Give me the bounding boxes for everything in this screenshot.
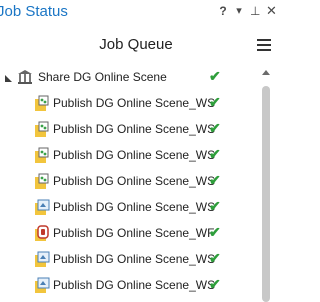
scroll-up-arrow-icon[interactable] [262, 70, 270, 75]
publish-service-icon [35, 147, 49, 163]
publish-layer-icon [35, 251, 50, 267]
tree-child-row[interactable]: Publish DG Online Scene_WS ✔ [0, 92, 258, 118]
vertical-scrollbar[interactable] [259, 66, 273, 302]
tree-child-label: Publish DG Online Scene_WS [53, 252, 216, 266]
publish-layer-icon [35, 277, 50, 293]
tree-child-row[interactable]: Publish DG Online Scene_WS ✔ [0, 196, 258, 222]
tree-child-label: Publish DG Online Scene_WS [53, 96, 216, 110]
tree-child-label: Publish DG Online Scene_WS [53, 278, 216, 292]
success-check-icon: ✔ [209, 276, 221, 292]
success-check-icon: ✔ [209, 198, 221, 214]
publish-layer-icon [35, 199, 50, 215]
tree-child-label: Publish DG Online Scene_WS [53, 200, 216, 214]
success-check-icon: ✔ [209, 68, 221, 84]
close-icon[interactable]: ✕ [266, 3, 277, 19]
hamburger-menu-icon[interactable] [257, 39, 271, 51]
collapse-triangle-icon[interactable] [5, 75, 12, 82]
tree-child-label: Publish DG Online Scene_WS [53, 148, 216, 162]
scroll-thumb[interactable] [262, 86, 270, 302]
tree-child-label: Publish DG Online Scene_WF [53, 226, 215, 240]
share-package-icon [18, 70, 32, 84]
help-icon[interactable]: ? [218, 3, 228, 19]
job-queue-title: Job Queue [99, 36, 173, 53]
tree-child-row[interactable]: Publish DG Online Scene_WF ✔ [0, 222, 258, 248]
tree-child-row[interactable]: Publish DG Online Scene_WS ✔ [0, 118, 258, 144]
publish-service-icon [35, 173, 49, 189]
success-check-icon: ✔ [209, 250, 221, 266]
options-dropdown-icon[interactable]: ▾ [234, 3, 244, 19]
tree-child-label: Publish DG Online Scene_WS [53, 174, 216, 188]
success-check-icon: ✔ [209, 94, 221, 110]
tree-parent-row[interactable]: Share DG Online Scene ✔ [0, 66, 258, 92]
pane-controls: ? ▾ ⊥ ✕ [218, 3, 277, 19]
pin-icon[interactable]: ⊥ [250, 3, 260, 19]
tree-parent-label: Share DG Online Scene [38, 70, 167, 84]
tree-child-row[interactable]: Publish DG Online Scene_WS ✔ [0, 170, 258, 196]
publish-service-icon [35, 95, 49, 111]
publish-service-icon [35, 121, 49, 137]
pane-titlebar: Job Status ? ▾ ⊥ ✕ [0, 0, 280, 24]
success-check-icon: ✔ [209, 172, 221, 188]
job-queue-header: Job Queue [0, 34, 280, 60]
tree-child-row[interactable]: Publish DG Online Scene_WS ✔ [0, 274, 258, 300]
tree-child-label: Publish DG Online Scene_WS [53, 122, 216, 136]
success-check-icon: ✔ [209, 224, 221, 240]
pane-title: Job Status [0, 3, 68, 20]
tree-child-row[interactable]: Publish DG Online Scene_WS ✔ [0, 248, 258, 274]
publish-feature-icon [35, 225, 49, 241]
success-check-icon: ✔ [209, 146, 221, 162]
success-check-icon: ✔ [209, 120, 221, 136]
tree-child-row[interactable]: Publish DG Online Scene_WS ✔ [0, 144, 258, 170]
